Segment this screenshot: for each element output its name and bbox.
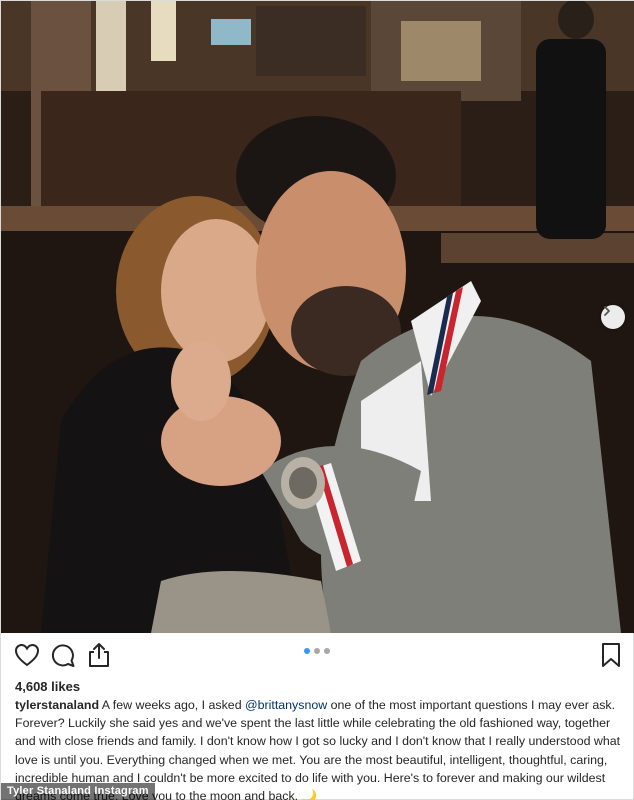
chevron-right-icon bbox=[604, 306, 610, 316]
photo-illustration bbox=[1, 1, 634, 633]
comment-icon bbox=[51, 644, 75, 667]
carousel-indicator bbox=[304, 648, 330, 654]
bookmark-icon bbox=[602, 643, 620, 667]
carousel-dot[interactable] bbox=[304, 648, 310, 654]
carousel-next-button[interactable] bbox=[601, 305, 625, 329]
comment-button[interactable] bbox=[49, 641, 77, 669]
carousel-dot[interactable] bbox=[314, 648, 320, 654]
carousel-dot[interactable] bbox=[324, 648, 330, 654]
likes-count[interactable]: 4,608 likes bbox=[15, 679, 80, 694]
post-photo[interactable] bbox=[1, 1, 634, 633]
caption-text: A few weeks ago, I asked bbox=[99, 698, 246, 712]
save-button[interactable] bbox=[597, 641, 625, 669]
caption-mention[interactable]: @brittanysnow bbox=[245, 698, 327, 712]
share-button[interactable] bbox=[85, 641, 113, 669]
caption-username[interactable]: tylerstanaland bbox=[15, 698, 99, 712]
action-bar bbox=[1, 633, 634, 677]
like-button[interactable] bbox=[13, 641, 41, 669]
share-icon bbox=[89, 643, 109, 667]
heart-icon bbox=[14, 643, 40, 667]
instagram-post: 4,608 likes tylerstanaland A few weeks a… bbox=[0, 0, 634, 800]
image-credit: Tyler Stanaland Instagram bbox=[1, 783, 155, 800]
